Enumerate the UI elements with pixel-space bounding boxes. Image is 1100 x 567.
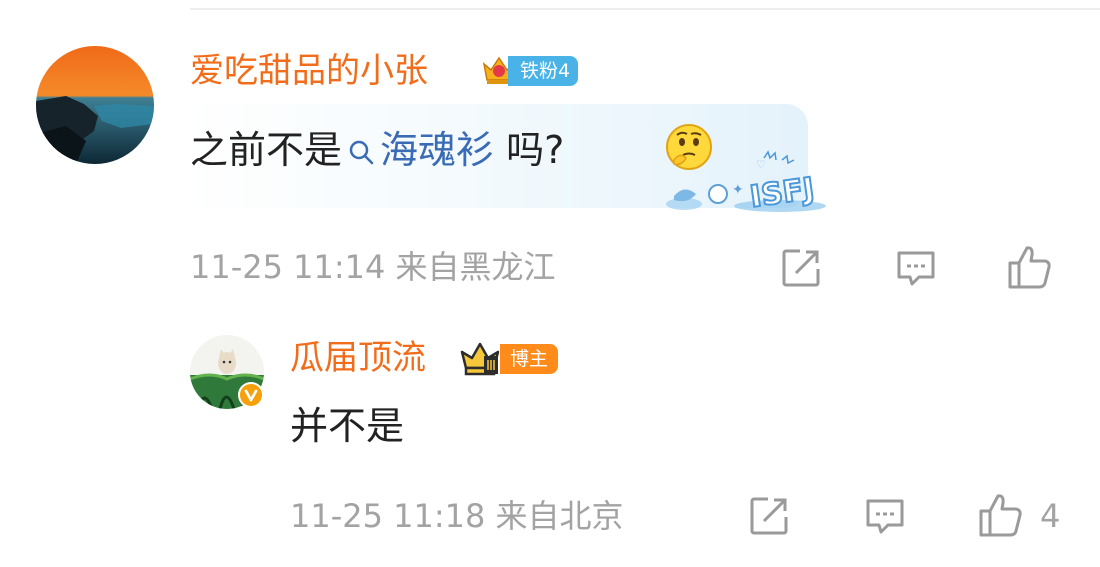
timestamp: 11-25 11:18 (290, 497, 486, 535)
divider (190, 8, 1100, 10)
share-icon[interactable] (746, 493, 792, 539)
comment-text-after: 吗? (494, 128, 565, 172)
like-count: 4 (1040, 497, 1061, 535)
comment-meta: 11-25 11:14 来自黑龙江 (190, 251, 556, 283)
avatar[interactable] (36, 46, 154, 164)
share-icon[interactable] (778, 245, 824, 291)
comment-thread: 爱吃甜品的小张 铁粉4 之前不是 海魂衫 吗? ✦ ISFJ ♡ 11-25 1… (0, 0, 1100, 567)
reply-text: 并不是 (290, 404, 405, 448)
timestamp: 11-25 11:14 (190, 248, 386, 286)
verified-badge-icon (238, 382, 264, 408)
host-badge: 博主 (500, 344, 559, 374)
comment-icon[interactable] (893, 245, 939, 291)
svg-text:✦: ✦ (732, 182, 744, 198)
location: 来自黑龙江 (395, 248, 556, 286)
like-icon[interactable] (976, 490, 1022, 537)
search-icon (348, 130, 374, 165)
comment-text: 之前不是 海魂衫 吗? (190, 128, 564, 172)
isfj-sticker-icon: ✦ ISFJ ♡ (660, 148, 828, 216)
fan-level-badge: 铁粉4 (508, 56, 579, 86)
username[interactable]: 瓜届顶流 (290, 341, 426, 375)
comment-icon[interactable] (862, 493, 908, 539)
location: 来自北京 (495, 497, 624, 535)
like-icon[interactable] (1005, 242, 1051, 289)
topic-link[interactable]: 海魂衫 (380, 128, 494, 172)
comment-text-before: 之前不是 (190, 128, 343, 172)
svg-text:♡: ♡ (756, 158, 766, 171)
reply-meta: 11-25 11:18 来自北京 (290, 500, 624, 532)
username[interactable]: 爱吃甜品的小张 (190, 54, 428, 88)
